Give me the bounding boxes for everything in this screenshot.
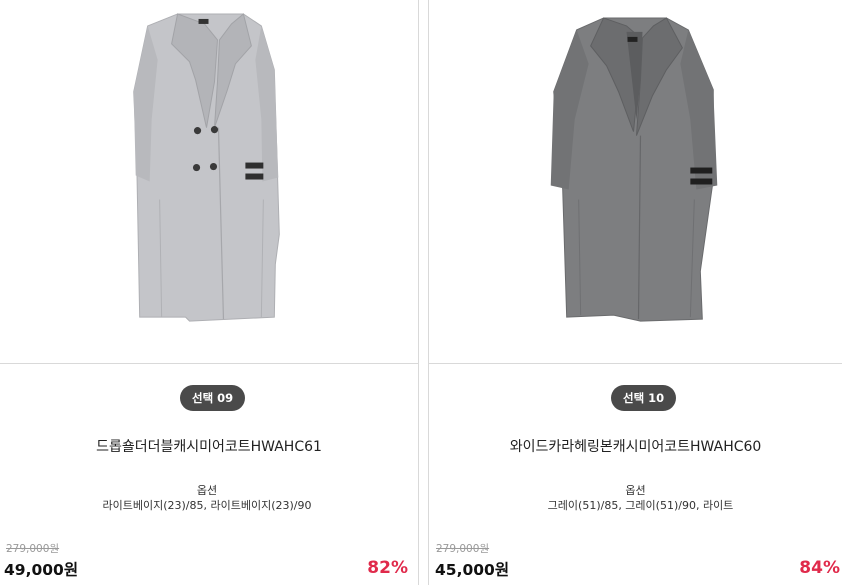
coat-image-light-grey <box>133 13 280 322</box>
option-values: 그레이(51)/85, 그레이(51)/90, 라이트 <box>547 499 734 512</box>
discount-rate: 82% <box>367 558 408 578</box>
option-number-badge: 선택 10 <box>611 385 677 411</box>
original-price: 279,000원 <box>436 543 490 555</box>
discount-rate: 84% <box>799 558 840 578</box>
product-name[interactable]: 드롭숄더더블캐시미어코트HWAHC61 <box>0 436 418 456</box>
original-price: 279,000원 <box>6 543 60 555</box>
sale-price: 45,000원 <box>435 561 510 579</box>
product-name[interactable]: 와이드카라헤링본캐시미어코트HWAHC60 <box>429 436 842 456</box>
product-grid: 선택 09 드롭숄더더블캐시미어코트HWAHC61 옵션 라이트베이지(23)/… <box>0 0 842 585</box>
product-card[interactable]: 선택 10 와이드카라헤링본캐시미어코트HWAHC60 옵션 그레이(51)/8… <box>428 0 842 585</box>
option-number-badge: 선택 09 <box>180 385 246 411</box>
product-card[interactable]: 선택 09 드롭숄더더블캐시미어코트HWAHC61 옵션 라이트베이지(23)/… <box>0 0 419 585</box>
coat-image-dark-grey <box>550 17 718 322</box>
option-label: 옵션 <box>196 484 218 497</box>
option-label: 옵션 <box>625 484 646 497</box>
sale-price: 49,000원 <box>4 561 79 579</box>
option-values: 라이트베이지(23)/85, 라이트베이지(23)/90 <box>102 499 312 512</box>
product-image[interactable] <box>429 0 842 364</box>
product-image[interactable] <box>0 0 418 364</box>
